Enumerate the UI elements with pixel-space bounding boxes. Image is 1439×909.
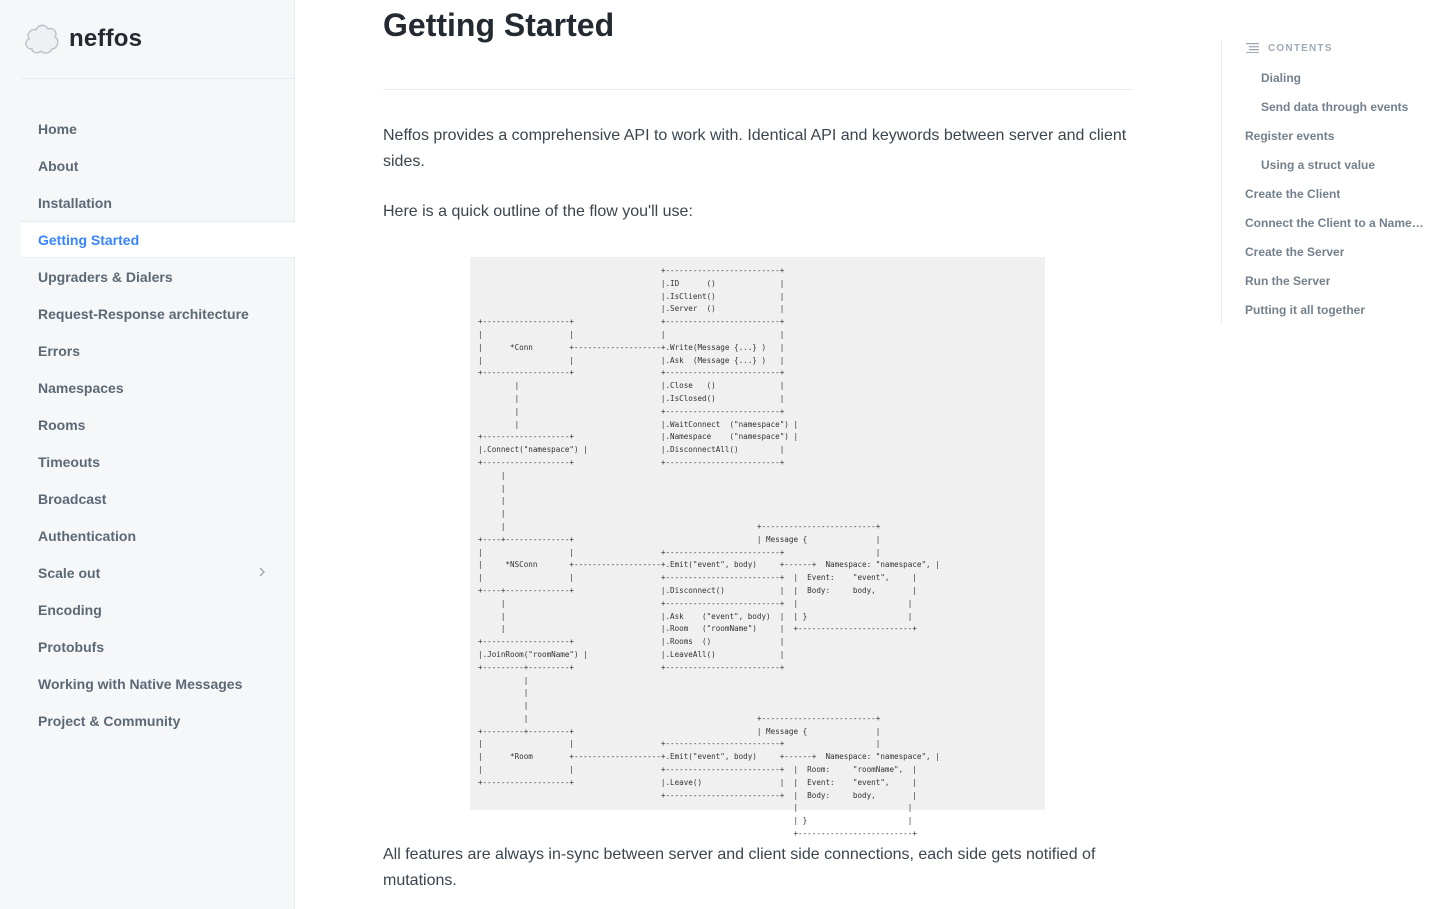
- sidebar-item-installation[interactable]: Installation: [21, 184, 295, 221]
- sidebar-item-label: Scale out: [38, 564, 101, 581]
- sidebar-item-native-messages[interactable]: Working with Native Messages: [21, 665, 295, 702]
- sidebar-item-authentication[interactable]: Authentication: [21, 517, 295, 554]
- toc-header-label: CONTENTS: [1268, 42, 1333, 54]
- cloud-logo-icon: [25, 24, 59, 54]
- toc-item-create-client[interactable]: Create the Client: [1245, 187, 1340, 201]
- sidebar-item-label: About: [38, 157, 79, 174]
- sidebar-item-request-response[interactable]: Request-Response architecture: [21, 295, 295, 332]
- sidebar-item-broadcast[interactable]: Broadcast: [21, 480, 295, 517]
- sidebar-item-protobufs[interactable]: Protobufs: [21, 628, 295, 665]
- sidebar-item-label: Encoding: [38, 601, 102, 618]
- flow-diagram-image: +-------------------------+ |.ID () | |.…: [470, 257, 1045, 838]
- sidebar-item-upgraders-dialers[interactable]: Upgraders & Dialers: [21, 258, 295, 295]
- sidebar-item-label: Home: [38, 120, 77, 137]
- sidebar-item-scale-out[interactable]: Scale out: [21, 554, 295, 591]
- toc-item-putting-together[interactable]: Putting it all together: [1245, 303, 1365, 317]
- toc-item-register-events[interactable]: Register events: [1245, 129, 1334, 143]
- sidebar-nav: Home About Installation Getting Started …: [21, 110, 295, 739]
- list-icon: [1246, 43, 1259, 53]
- page-title: Getting Started: [383, 7, 615, 43]
- title-divider: [383, 89, 1133, 90]
- outline-paragraph: Here is a quick outline of the flow you'…: [383, 203, 693, 220]
- toc-item-dialing[interactable]: Dialing: [1261, 71, 1301, 85]
- sidebar-item-about[interactable]: About: [21, 147, 295, 184]
- sidebar-item-rooms[interactable]: Rooms: [21, 406, 295, 443]
- sidebar-item-project-community[interactable]: Project & Community: [21, 702, 295, 739]
- sidebar-item-namespaces[interactable]: Namespaces: [21, 369, 295, 406]
- sidebar-item-errors[interactable]: Errors: [21, 332, 295, 369]
- sync-paragraph: All features are always in-sync between …: [383, 846, 1096, 889]
- sidebar-item-label: Timeouts: [38, 453, 100, 470]
- sidebar-item-getting-started[interactable]: Getting Started: [21, 221, 295, 258]
- table-of-contents: CONTENTS Dialing Send data through event…: [1221, 40, 1439, 324]
- sidebar-item-label: Rooms: [38, 416, 86, 433]
- toc-item-connect-client[interactable]: Connect the Client to a Namespace: [1245, 216, 1427, 230]
- sidebar-item-encoding[interactable]: Encoding: [21, 591, 295, 628]
- toc-item-struct-value[interactable]: Using a struct value: [1261, 158, 1375, 172]
- sidebar-item-label: Working with Native Messages: [38, 675, 243, 692]
- sidebar-item-label: Upgraders & Dialers: [38, 268, 173, 285]
- sidebar-item-label: Installation: [38, 194, 112, 211]
- toc-item-create-server[interactable]: Create the Server: [1245, 245, 1344, 259]
- chevron-right-icon[interactable]: [255, 565, 269, 579]
- sidebar-item-label: Project & Community: [38, 712, 181, 729]
- sidebar-item-label: Broadcast: [38, 490, 107, 507]
- sidebar-item-label: Getting Started: [38, 231, 140, 248]
- flow-diagram-text: +-------------------------+ |.ID () | |.…: [478, 266, 940, 839]
- sidebar-item-label: Namespaces: [38, 379, 124, 396]
- toc-item-run-server[interactable]: Run the Server: [1245, 274, 1330, 288]
- sidebar-item-label: Errors: [38, 342, 81, 359]
- sidebar-item-timeouts[interactable]: Timeouts: [21, 443, 295, 480]
- sidebar-item-home[interactable]: Home: [21, 110, 295, 147]
- intro-paragraph: Neffos provides a comprehensive API to w…: [383, 127, 1127, 170]
- sidebar-item-label: Authentication: [38, 527, 136, 544]
- toc-item-send-data[interactable]: Send data through events: [1261, 100, 1408, 114]
- brand-header[interactable]: neffos: [21, 0, 295, 79]
- sidebar-item-label: Protobufs: [38, 638, 105, 655]
- brand-name: neffos: [69, 25, 143, 52]
- sidebar-item-label: Request-Response architecture: [38, 305, 249, 322]
- sidebar: neffos Home About Installation Getting S…: [0, 0, 295, 909]
- toc-header: CONTENTS: [1246, 40, 1333, 56]
